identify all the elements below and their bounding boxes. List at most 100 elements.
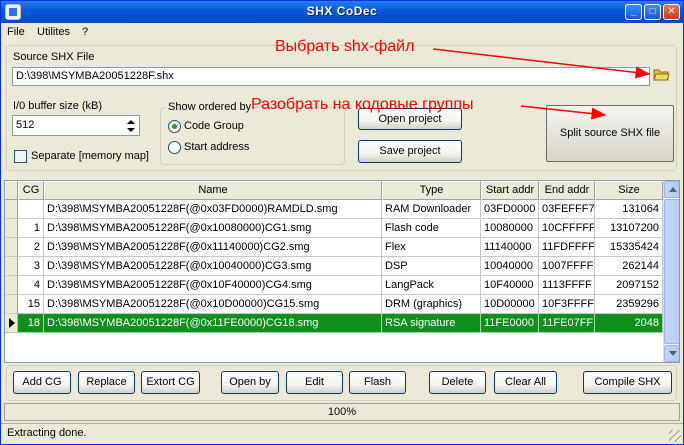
open-folder-icon[interactable] <box>653 67 670 81</box>
menu-help[interactable]: ? <box>82 26 88 38</box>
cell-end: 03FEFFF7 <box>539 200 595 219</box>
replace-button[interactable]: Replace <box>78 371 135 394</box>
table-row[interactable]: D:\398\MSYMBA20051228F(@0x03FD0000)RAMDL… <box>5 200 663 219</box>
maximize-button[interactable]: □ <box>644 4 661 20</box>
cell-cg: 4 <box>18 276 44 295</box>
scroll-thumb[interactable] <box>664 199 679 344</box>
header-end-addr[interactable]: End addr <box>539 181 595 200</box>
cell-size: 15335424 <box>595 238 663 257</box>
cell-type: LangPack <box>382 276 481 295</box>
cell-end: 10F3FFFF <box>539 295 595 314</box>
cell-end: 11FDFFFF <box>539 238 595 257</box>
table-scrollbar[interactable] <box>663 181 679 362</box>
source-path-input[interactable]: D:\398\MSYMBA20051228F.shx <box>12 67 650 86</box>
table-row[interactable]: 4 D:\398\MSYMBA20051228F(@0x10F40000)CG4.… <box>5 276 663 295</box>
status-bar: Extracting done. <box>1 423 683 444</box>
cell-cg: 2 <box>18 238 44 257</box>
extort-cg-button[interactable]: Extort CG <box>141 371 200 394</box>
menu-utilites[interactable]: Utilites <box>37 26 70 38</box>
delete-button[interactable]: Delete <box>429 371 486 394</box>
table-row[interactable]: 2 D:\398\MSYMBA20051228F(@0x11140000)CG2.… <box>5 238 663 257</box>
table-row[interactable]: 18 D:\398\MSYMBA20051228F(@0x11FE0000)CG1… <box>5 314 663 333</box>
minimize-button[interactable]: _ <box>625 4 642 20</box>
current-row-arrow-icon <box>9 318 15 328</box>
separate-label: Separate [memory map] <box>31 150 149 162</box>
cell-start: 11140000 <box>481 238 539 257</box>
table-header: CG Name Type Start addr End addr Size <box>5 181 663 200</box>
order-start-address-label: Start address <box>184 141 250 153</box>
cell-name: D:\398\MSYMBA20051228F(@0x10F40000)CG4.s… <box>44 276 382 295</box>
source-file-label: Source SHX File <box>13 51 95 63</box>
cell-size: 131064 <box>595 200 663 219</box>
cell-cg <box>18 200 44 219</box>
cell-start: 10D00000 <box>481 295 539 314</box>
save-project-button[interactable]: Save project <box>358 140 462 163</box>
menu-file[interactable]: File <box>7 26 25 38</box>
order-code-group-radio[interactable] <box>168 120 181 133</box>
order-start-address-radio[interactable] <box>168 141 181 154</box>
cell-end: 1007FFFF <box>539 257 595 276</box>
cell-cg: 1 <box>18 219 44 238</box>
header-type[interactable]: Type <box>382 181 481 200</box>
buffer-size-label: I/0 buffer size (kB) <box>13 100 103 112</box>
row-indicator <box>5 295 18 314</box>
buffer-size-input[interactable]: 512 <box>12 115 140 136</box>
cell-size: 2359296 <box>595 295 663 314</box>
app-window: SHX CoDec _ □ ✕ File Utilites ? Source S… <box>0 0 684 445</box>
row-indicator <box>5 276 18 295</box>
cell-end: 11FE07FF <box>539 314 595 333</box>
cell-type: RAM Downloader <box>382 200 481 219</box>
progress-bar: 100% <box>4 403 680 421</box>
cell-start: 10F40000 <box>481 276 539 295</box>
split-shx-button[interactable]: Split source SHX file <box>546 105 674 162</box>
cell-start: 10080000 <box>481 219 539 238</box>
buffer-spinner-icon[interactable] <box>124 117 138 135</box>
cell-end: 1113FFFF <box>539 276 595 295</box>
code-group-table[interactable]: CG Name Type Start addr End addr Size D:… <box>4 180 680 363</box>
close-button[interactable]: ✕ <box>663 4 680 20</box>
header-size[interactable]: Size <box>595 181 663 200</box>
row-indicator <box>5 257 18 276</box>
separate-checkbox[interactable] <box>14 150 27 163</box>
cell-name: D:\398\MSYMBA20051228F(@0x10040000)CG3.s… <box>44 257 382 276</box>
row-indicator <box>5 238 18 257</box>
flash-button[interactable]: Flash <box>349 371 406 394</box>
cell-name: D:\398\MSYMBA20051228F(@0x03FD0000)RAMDL… <box>44 200 382 219</box>
title-bar[interactable]: SHX CoDec _ □ ✕ <box>1 1 683 23</box>
resize-grip-icon[interactable] <box>669 430 681 442</box>
order-code-group-label: Code Group <box>184 120 244 132</box>
table-row[interactable]: 15 D:\398\MSYMBA20051228F(@0x10D00000)CG1… <box>5 295 663 314</box>
header-start-addr[interactable]: Start addr <box>481 181 539 200</box>
header-cg[interactable]: CG <box>18 181 44 200</box>
cell-size: 13107200 <box>595 219 663 238</box>
clear-all-button[interactable]: Clear All <box>494 371 557 394</box>
scroll-down-button[interactable] <box>664 345 679 362</box>
window-title: SHX CoDec <box>306 4 378 18</box>
cell-type: Flex <box>382 238 481 257</box>
annotation-split-groups: Разобрать на кодовые группы <box>251 96 474 113</box>
table-row[interactable]: 3 D:\398\MSYMBA20051228F(@0x10040000)CG3.… <box>5 257 663 276</box>
cell-cg: 3 <box>18 257 44 276</box>
cell-name: D:\398\MSYMBA20051228F(@0x11140000)CG2.s… <box>44 238 382 257</box>
cell-type: DSP <box>382 257 481 276</box>
cell-size: 2097152 <box>595 276 663 295</box>
cell-name: D:\398\MSYMBA20051228F(@0x10D00000)CG15.… <box>44 295 382 314</box>
cell-size: 2048 <box>595 314 663 333</box>
cell-name: D:\398\MSYMBA20051228F(@0x10080000)CG1.s… <box>44 219 382 238</box>
open-by-button[interactable]: Open by <box>221 371 279 394</box>
cell-name: D:\398\MSYMBA20051228F(@0x11FE0000)CG18.… <box>44 314 382 333</box>
cell-type: Flash code <box>382 219 481 238</box>
header-indicator <box>5 181 18 200</box>
header-name[interactable]: Name <box>44 181 382 200</box>
compile-shx-button[interactable]: Compile SHX <box>583 371 672 394</box>
cell-end: 10CFFFFF <box>539 219 595 238</box>
table-row[interactable]: 1 D:\398\MSYMBA20051228F(@0x10080000)CG1.… <box>5 219 663 238</box>
cell-start: 11FE0000 <box>481 314 539 333</box>
scroll-up-button[interactable] <box>664 181 679 198</box>
edit-button[interactable]: Edit <box>286 371 343 394</box>
row-indicator <box>5 314 18 333</box>
add-cg-button[interactable]: Add CG <box>13 371 71 394</box>
cell-size: 262144 <box>595 257 663 276</box>
cell-type: DRM (graphics) <box>382 295 481 314</box>
annotation-select-file: Выбрать shx-файл <box>275 38 415 55</box>
